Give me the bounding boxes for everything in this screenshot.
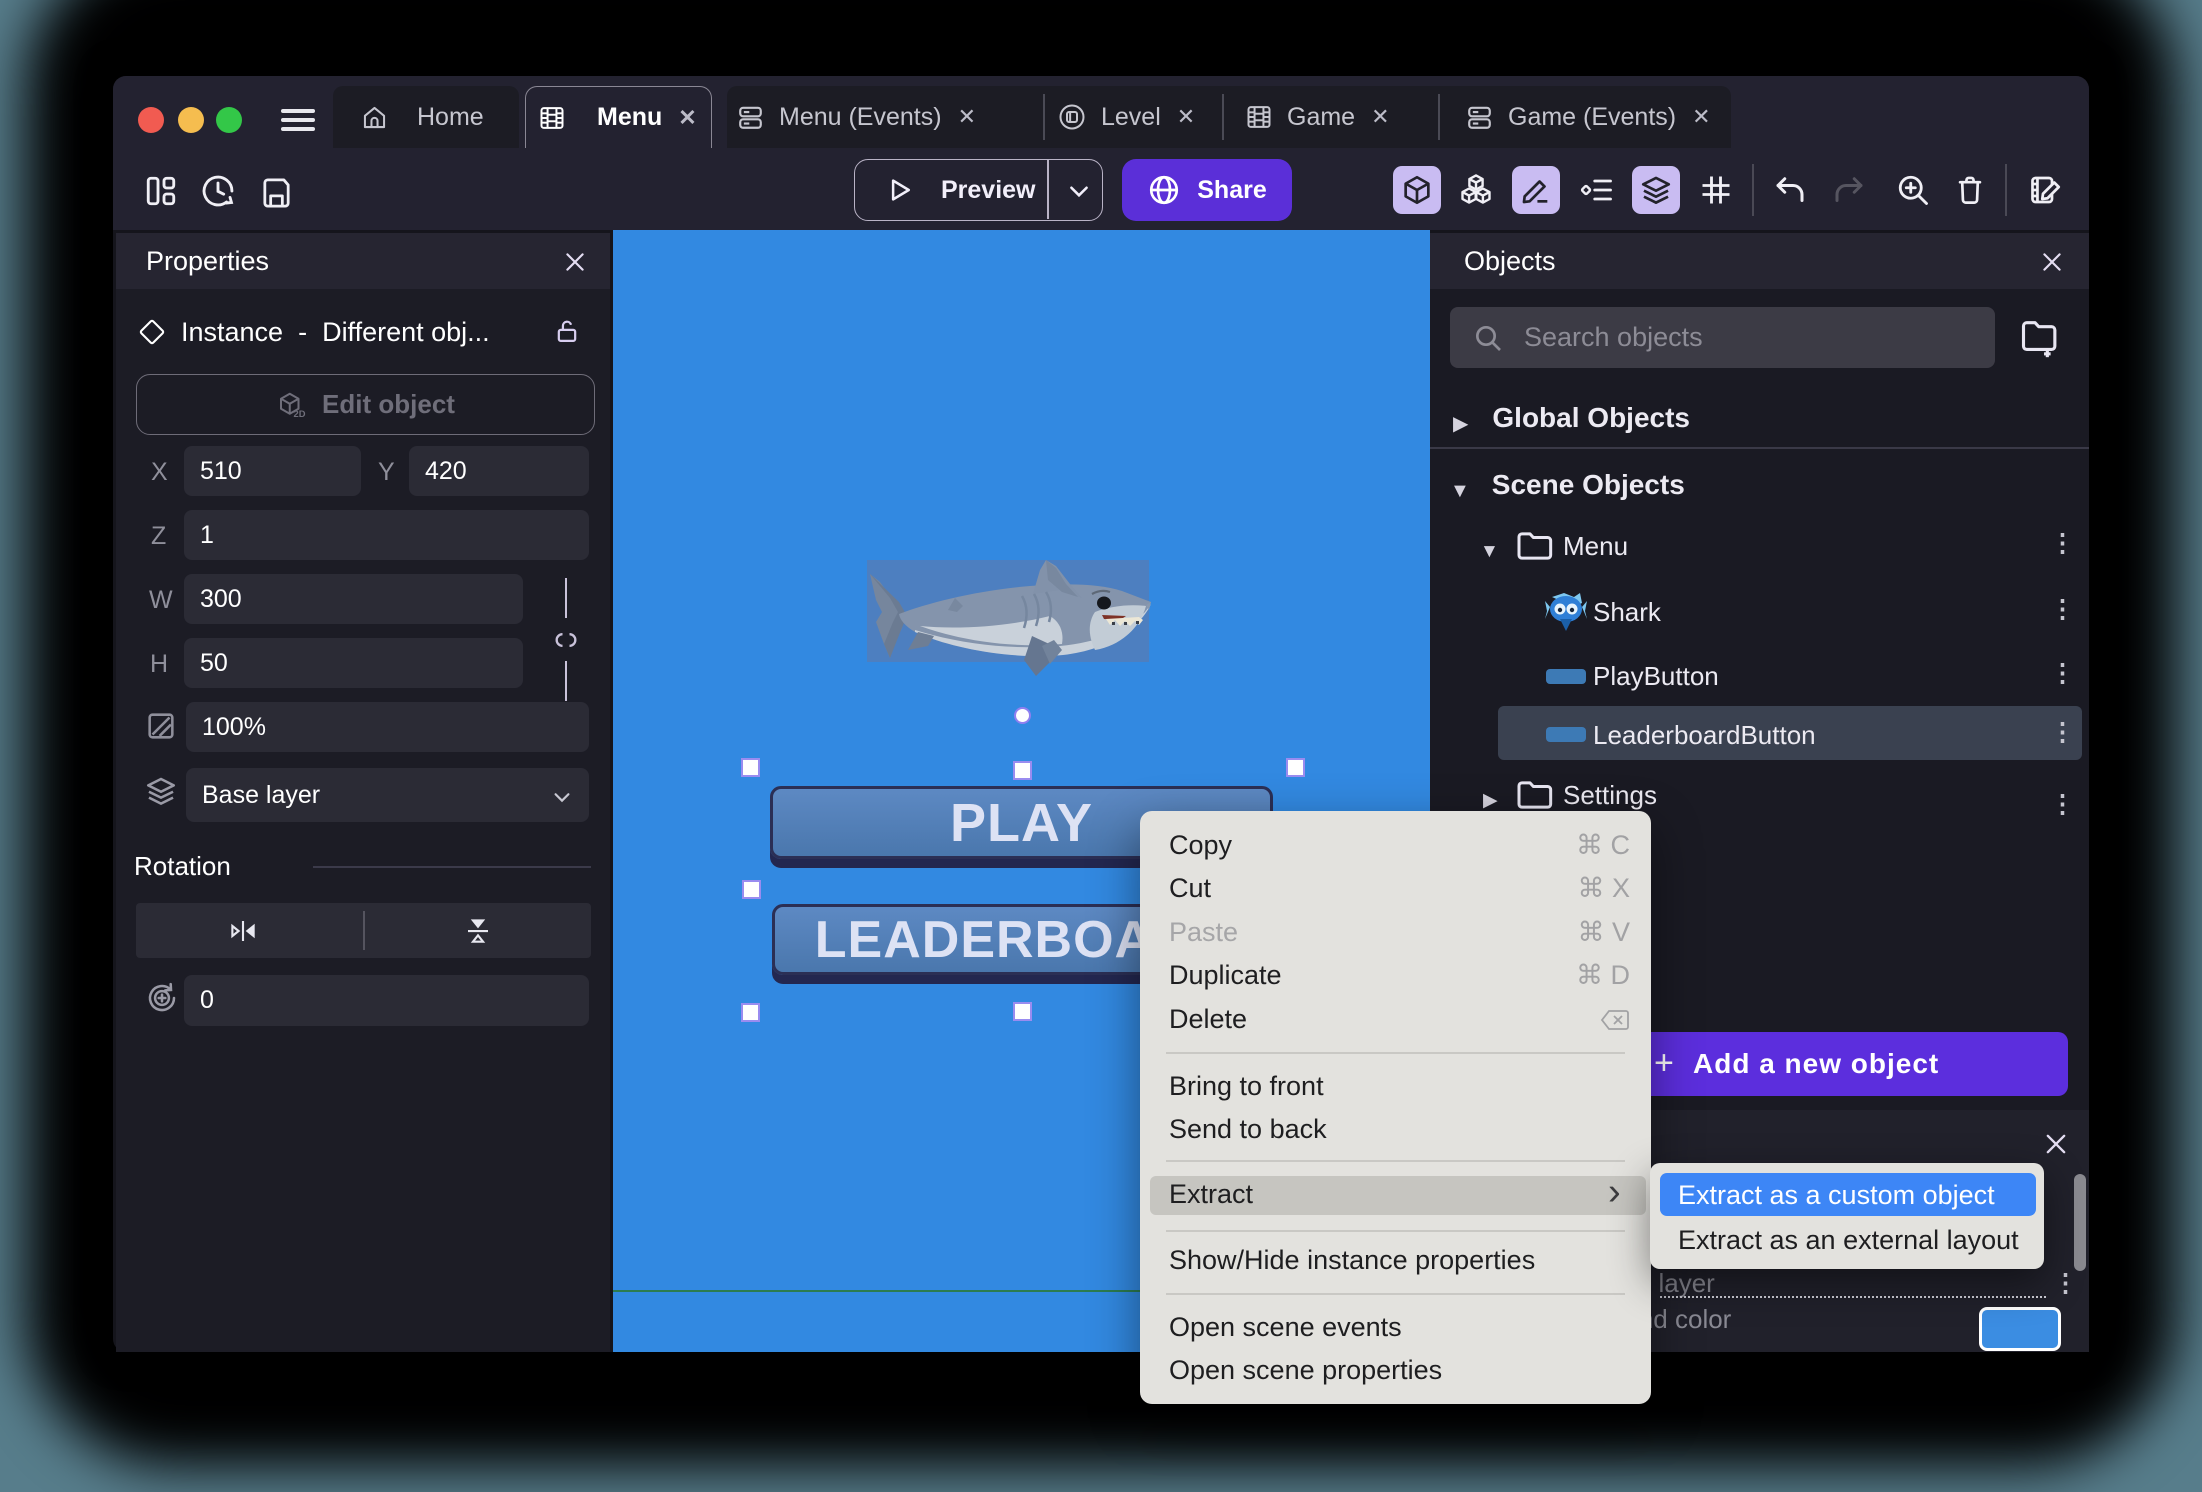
svg-text:2D: 2D [294,408,306,418]
